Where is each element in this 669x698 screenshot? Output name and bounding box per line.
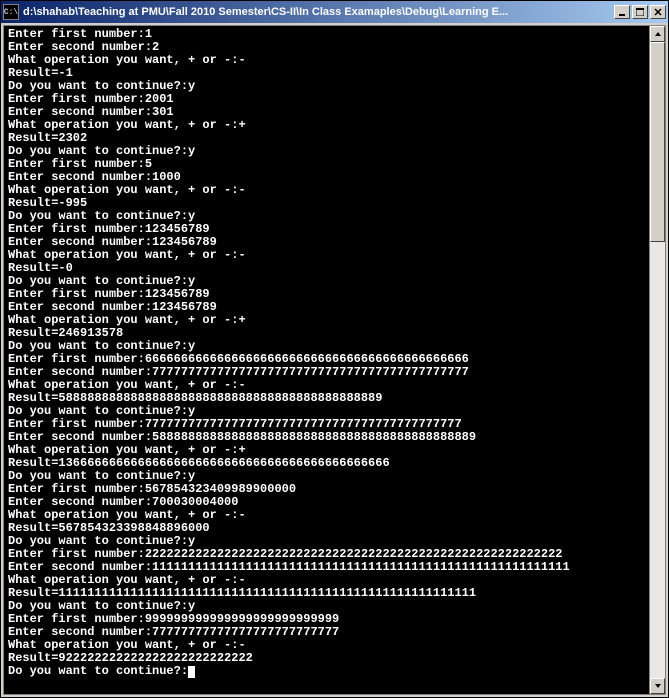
console-line: What operation you want, + or -:- bbox=[8, 54, 645, 67]
close-icon bbox=[654, 8, 662, 16]
window-controls bbox=[614, 5, 666, 19]
scroll-thumb[interactable] bbox=[650, 42, 665, 242]
minimize-button[interactable] bbox=[614, 5, 630, 19]
console-area: Enter first number:1Enter second number:… bbox=[3, 25, 666, 695]
console-line: What operation you want, + or -:- bbox=[8, 249, 645, 262]
titlebar[interactable]: C:\ d:\shahab\Teaching at PMU\Fall 2010 … bbox=[1, 1, 668, 23]
scroll-track[interactable] bbox=[650, 42, 665, 678]
chevron-up-icon bbox=[654, 30, 662, 38]
console-line: What operation you want, + or -:- bbox=[8, 184, 645, 197]
console-window: C:\ d:\shahab\Teaching at PMU\Fall 2010 … bbox=[0, 0, 669, 698]
app-icon[interactable]: C:\ bbox=[3, 4, 19, 20]
chevron-down-icon bbox=[654, 682, 662, 690]
text-cursor bbox=[188, 666, 195, 678]
vertical-scrollbar[interactable] bbox=[649, 26, 665, 694]
console-line: Do you want to continue?: bbox=[8, 665, 645, 678]
maximize-icon bbox=[636, 8, 644, 16]
scroll-down-button[interactable] bbox=[650, 678, 665, 694]
window-title: d:\shahab\Teaching at PMU\Fall 2010 Seme… bbox=[23, 6, 614, 18]
minimize-icon bbox=[618, 8, 626, 16]
close-button[interactable] bbox=[650, 5, 666, 19]
console-output[interactable]: Enter first number:1Enter second number:… bbox=[4, 26, 649, 694]
maximize-button[interactable] bbox=[632, 5, 648, 19]
console-line: What operation you want, + or -:+ bbox=[8, 119, 645, 132]
scroll-up-button[interactable] bbox=[650, 26, 665, 42]
